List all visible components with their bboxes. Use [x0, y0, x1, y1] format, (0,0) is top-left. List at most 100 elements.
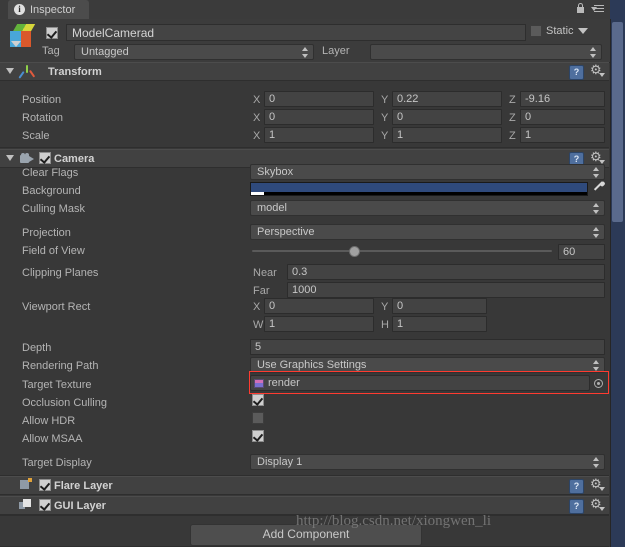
- tab-bar: i Inspector: [0, 0, 610, 20]
- allow-hdr-checkbox[interactable]: [252, 412, 264, 424]
- depth-field[interactable]: 5: [250, 339, 605, 355]
- layer-dropdown[interactable]: [370, 44, 602, 60]
- static-toggle-group[interactable]: Static: [530, 25, 588, 37]
- gear-icon[interactable]: [590, 62, 605, 78]
- viewport-h-field[interactable]: 1: [392, 316, 487, 332]
- scale-z-field[interactable]: 1: [520, 127, 605, 143]
- position-label: Position: [22, 94, 62, 106]
- rotation-x-field[interactable]: 0: [264, 109, 374, 125]
- near-label: Near: [253, 267, 277, 279]
- object-picker-icon[interactable]: [594, 379, 603, 388]
- viewport-y-label: Y: [381, 301, 389, 313]
- far-label: Far: [253, 285, 270, 297]
- near-clip-field[interactable]: 0.3: [287, 264, 605, 280]
- viewport-x-field[interactable]: 0: [264, 298, 374, 314]
- target-display-value: Display 1: [257, 456, 303, 468]
- axis-z-label: Z: [509, 112, 516, 124]
- transform-component-header[interactable]: Transform ?: [0, 62, 609, 81]
- allow-msaa-checkbox[interactable]: [252, 430, 264, 442]
- gui-layer-title: GUI Layer: [54, 500, 106, 512]
- axis-x-label: X: [253, 130, 261, 142]
- gameobject-enabled-checkbox[interactable]: [46, 27, 58, 39]
- position-z-field[interactable]: -9.16: [520, 91, 605, 107]
- gui-layer-enabled-checkbox[interactable]: [39, 499, 51, 511]
- transform-gizmo-icon: [18, 65, 36, 79]
- transform-title: Transform: [48, 66, 102, 78]
- gui-layer-icon: [18, 498, 32, 511]
- tag-label: Tag: [42, 45, 60, 57]
- tab-inspector-label: Inspector: [30, 3, 76, 16]
- projection-label: Projection: [22, 227, 71, 239]
- flare-layer-enabled-checkbox[interactable]: [39, 479, 51, 491]
- scale-y-field[interactable]: 1: [392, 127, 502, 143]
- scale-label: Scale: [22, 130, 50, 142]
- depth-label: Depth: [22, 342, 52, 354]
- target-texture-label: Target Texture: [22, 379, 92, 391]
- scale-x-field[interactable]: 1: [264, 127, 374, 143]
- updown-arrows-icon: [302, 47, 309, 58]
- position-x-field[interactable]: 0: [264, 91, 374, 107]
- rotation-y-field[interactable]: 0: [392, 109, 502, 125]
- flare-layer-component-header[interactable]: Flare Layer ?: [0, 476, 609, 495]
- viewport-w-label: W: [253, 319, 264, 331]
- allow-msaa-label: Allow MSAA: [22, 433, 83, 445]
- foldout-triangle-icon[interactable]: [6, 68, 14, 74]
- vertical-scrollbar[interactable]: [612, 22, 623, 222]
- fov-slider-track[interactable]: [252, 250, 552, 252]
- projection-dropdown[interactable]: Perspective: [250, 224, 605, 240]
- help-icon[interactable]: ?: [569, 499, 584, 514]
- static-checkbox[interactable]: [530, 25, 542, 37]
- clipping-planes-label: Clipping Planes: [22, 267, 99, 279]
- chevron-down-icon[interactable]: [577, 28, 588, 34]
- tab-inspector[interactable]: i Inspector: [8, 0, 90, 19]
- gameobject-header: ModelCamerad Static Tag Untagged Layer: [0, 19, 610, 63]
- target-texture-field[interactable]: render: [250, 375, 590, 391]
- culling-mask-value: model: [257, 202, 287, 214]
- viewport-y-field[interactable]: 0: [392, 298, 487, 314]
- clear-flags-dropdown[interactable]: Skybox: [250, 164, 605, 180]
- rotation-z-field[interactable]: 0: [520, 109, 605, 125]
- updown-arrows-icon: [593, 227, 600, 238]
- allow-hdr-label: Allow HDR: [22, 415, 76, 427]
- help-icon[interactable]: ?: [569, 65, 584, 80]
- updown-arrows-icon: [590, 47, 597, 58]
- fov-slider-knob[interactable]: [349, 246, 360, 257]
- clear-flags-label: Clear Flags: [22, 167, 79, 179]
- far-clip-field[interactable]: 1000: [287, 282, 605, 298]
- gear-icon[interactable]: [590, 496, 605, 512]
- camera-title: Camera: [54, 153, 95, 165]
- tag-dropdown[interactable]: Untagged: [74, 44, 314, 60]
- foldout-triangle-icon[interactable]: [6, 155, 14, 161]
- hamburger-menu-icon[interactable]: [591, 4, 604, 14]
- axis-z-label: Z: [509, 130, 516, 142]
- axis-x-label: X: [253, 112, 261, 124]
- position-y-field[interactable]: 0.22: [392, 91, 502, 107]
- background-label: Background: [22, 185, 81, 197]
- updown-arrows-icon: [593, 360, 600, 371]
- tab-bar-actions: [576, 3, 604, 14]
- alpha-bar: [251, 192, 587, 195]
- culling-mask-label: Culling Mask: [22, 203, 85, 215]
- inspector-panel: ModelCamerad Static Tag Untagged Layer T…: [0, 19, 611, 547]
- help-icon[interactable]: ?: [569, 479, 584, 494]
- camera-enabled-checkbox[interactable]: [39, 152, 51, 164]
- culling-mask-dropdown[interactable]: model: [250, 200, 605, 216]
- axis-z-label: Z: [509, 94, 516, 106]
- gear-icon[interactable]: [590, 476, 605, 492]
- viewport-w-field[interactable]: 1: [264, 316, 374, 332]
- gameobject-name-field[interactable]: ModelCamerad: [66, 24, 526, 41]
- rendering-path-dropdown[interactable]: Use Graphics Settings: [250, 357, 605, 373]
- occlusion-culling-label: Occlusion Culling: [22, 397, 107, 409]
- target-display-dropdown[interactable]: Display 1: [250, 454, 605, 470]
- fov-value-field[interactable]: 60: [558, 244, 605, 260]
- eyedropper-icon[interactable]: [592, 180, 606, 196]
- axis-x-label: X: [253, 94, 261, 106]
- viewport-x-label: X: [253, 301, 261, 313]
- rendering-path-label: Rendering Path: [22, 360, 99, 372]
- occlusion-culling-checkbox[interactable]: [252, 394, 264, 406]
- lock-icon[interactable]: [576, 3, 585, 14]
- background-color-field[interactable]: [250, 182, 588, 196]
- rendering-path-value: Use Graphics Settings: [257, 359, 367, 371]
- flare-layer-icon: [18, 478, 32, 491]
- updown-arrows-icon: [593, 167, 600, 178]
